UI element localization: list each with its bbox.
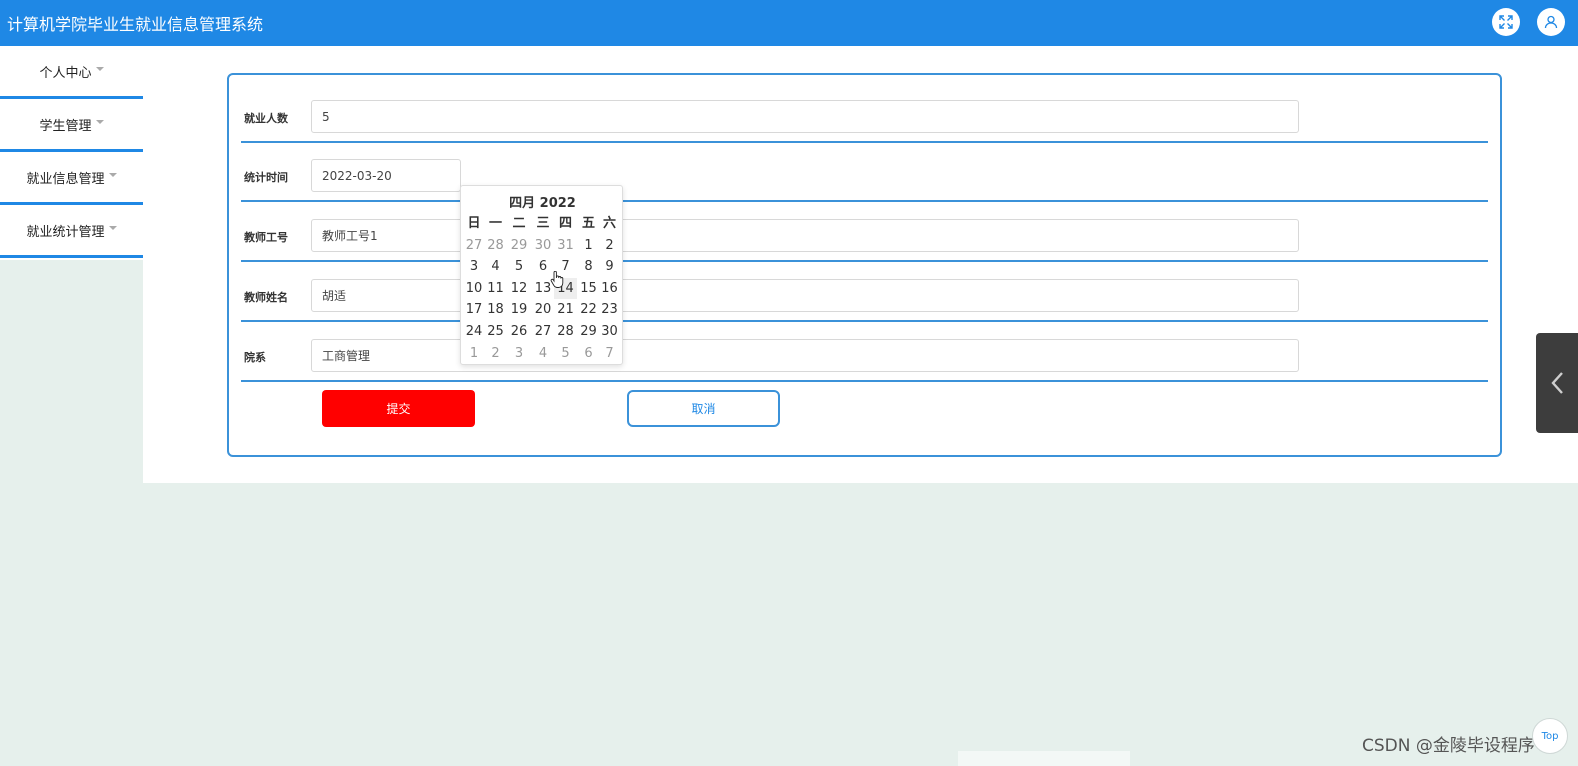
form-row-stat-time: 统计时间 2022-03-20 (241, 143, 1488, 202)
calendar-day[interactable]: 30 (600, 321, 619, 343)
calendar-day[interactable]: 11 (485, 278, 506, 300)
calendar-day[interactable]: 5 (554, 343, 577, 365)
weekday-header: 日 (467, 216, 481, 231)
calendar-day[interactable]: 26 (506, 321, 532, 343)
form-row-teacher-name: 教师姓名 胡适 (241, 262, 1488, 322)
sidebar-item-employment-stats[interactable]: 就业统计管理 (0, 205, 143, 258)
calendar-day[interactable]: 2 (485, 343, 506, 365)
calendar-day[interactable]: 1 (577, 235, 600, 257)
calendar-day[interactable]: 6 (577, 343, 600, 365)
calendar-day[interactable]: 25 (485, 321, 506, 343)
weekday-header: 五 (581, 216, 595, 231)
calendar-day[interactable]: 28 (554, 321, 577, 343)
watermark: CSDN @金陵毕设程序 (1362, 736, 1535, 756)
sidebar-item-label: 就业统计管理 (26, 224, 105, 240)
stat-time-input[interactable]: 2022-03-20 (311, 159, 461, 192)
calendar-day[interactable]: 5 (506, 256, 532, 278)
sidebar-item-personal-center[interactable]: 个人中心 (0, 46, 143, 99)
field-label: 统计时间 (244, 171, 288, 184)
calendar-day[interactable]: 29 (577, 321, 600, 343)
sidebar-item-label: 学生管理 (39, 118, 92, 134)
weekday-header: 六 (602, 216, 616, 231)
field-label: 就业人数 (244, 112, 288, 125)
chevron-left-icon (1551, 372, 1563, 394)
calendar-day[interactable]: 19 (506, 299, 532, 321)
calendar-day[interactable]: 28 (485, 235, 506, 257)
caret-down-icon (95, 67, 104, 71)
fullscreen-button[interactable] (1492, 8, 1520, 36)
caret-down-icon (95, 120, 104, 124)
calendar-day[interactable]: 31 (554, 235, 577, 257)
top-header: 计算机学院毕业生就业信息管理系统 (0, 0, 1578, 46)
ime-toolbar (958, 751, 1130, 766)
calendar-day[interactable]: 29 (506, 235, 532, 257)
user-button[interactable] (1537, 8, 1565, 36)
cancel-button[interactable]: 取消 (627, 390, 780, 427)
weekday-header: 三 (536, 216, 550, 231)
calendar-day[interactable]: 12 (506, 278, 532, 300)
hand-cursor-icon (550, 271, 564, 288)
datepicker-month-title[interactable]: 四月 2022 (461, 192, 624, 211)
expand-icon (1499, 15, 1513, 29)
calendar-day[interactable]: 2 (600, 235, 619, 257)
calendar-day[interactable]: 3 (506, 343, 532, 365)
form-row-employed-count: 就业人数 5 (241, 100, 1488, 143)
calendar-day[interactable]: 10 (463, 278, 485, 300)
calendar-day[interactable]: 17 (463, 299, 485, 321)
datepicker-grid: 日一二三四五六 27 28 29 30 31 1 2 3 4 5 6 7 8 9 10 11 12 13 14 15 16… (463, 213, 619, 364)
form-row-teacher-id: 教师工号 教师工号1 (241, 202, 1488, 262)
calendar-day[interactable]: 30 (532, 235, 554, 257)
calendar-day[interactable]: 27 (463, 235, 485, 257)
calendar-day[interactable]: 23 (600, 299, 619, 321)
calendar-day[interactable]: 1 (463, 343, 485, 365)
caret-down-icon (108, 226, 117, 230)
sidebar-item-student-management[interactable]: 学生管理 (0, 99, 143, 152)
sidebar: 个人中心 学生管理 就业信息管理 就业统计管理 (0, 46, 143, 260)
calendar-day[interactable]: 3 (463, 256, 485, 278)
app-title: 计算机学院毕业生就业信息管理系统 (7, 15, 264, 34)
sidebar-item-label: 个人中心 (39, 65, 92, 81)
caret-down-icon (108, 173, 117, 177)
calendar-day[interactable]: 16 (600, 278, 619, 300)
field-label: 院系 (244, 351, 266, 364)
datepicker-popup: 四月 2022 日一二三四五六 27 28 29 30 31 1 2 3 4 5 6 7 8 9 10 11 12… (460, 185, 623, 365)
employed-count-input[interactable]: 5 (311, 100, 1299, 133)
sidebar-item-employment-info[interactable]: 就业信息管理 (0, 152, 143, 205)
sidebar-item-label: 就业信息管理 (26, 171, 105, 187)
calendar-day[interactable]: 20 (532, 299, 554, 321)
form-card: 就业人数 5 统计时间 2022-03-20 教师工号 教师工号1 教师姓名 胡… (227, 73, 1502, 457)
weekday-header: 四 (558, 216, 572, 231)
weekday-header: 二 (512, 216, 526, 231)
field-label: 教师姓名 (244, 291, 288, 304)
calendar-day[interactable]: 27 (532, 321, 554, 343)
calendar-day[interactable]: 22 (577, 299, 600, 321)
calendar-day[interactable]: 24 (463, 321, 485, 343)
calendar-day[interactable]: 9 (600, 256, 619, 278)
weekday-header: 一 (488, 216, 502, 231)
field-label: 教师工号 (244, 231, 288, 244)
calendar-day[interactable]: 21 (554, 299, 577, 321)
calendar-day[interactable]: 8 (577, 256, 600, 278)
calendar-day[interactable]: 18 (485, 299, 506, 321)
submit-button[interactable]: 提交 (322, 390, 475, 427)
back-to-top-button[interactable]: Top (1532, 718, 1568, 754)
calendar-day[interactable]: 7 (600, 343, 619, 365)
collapse-tab[interactable] (1536, 333, 1578, 433)
calendar-day[interactable]: 4 (532, 343, 554, 365)
form-row-department: 院系 工商管理 (241, 322, 1488, 382)
calendar-day[interactable]: 15 (577, 278, 600, 300)
user-icon (1544, 15, 1558, 29)
calendar-day[interactable]: 4 (485, 256, 506, 278)
